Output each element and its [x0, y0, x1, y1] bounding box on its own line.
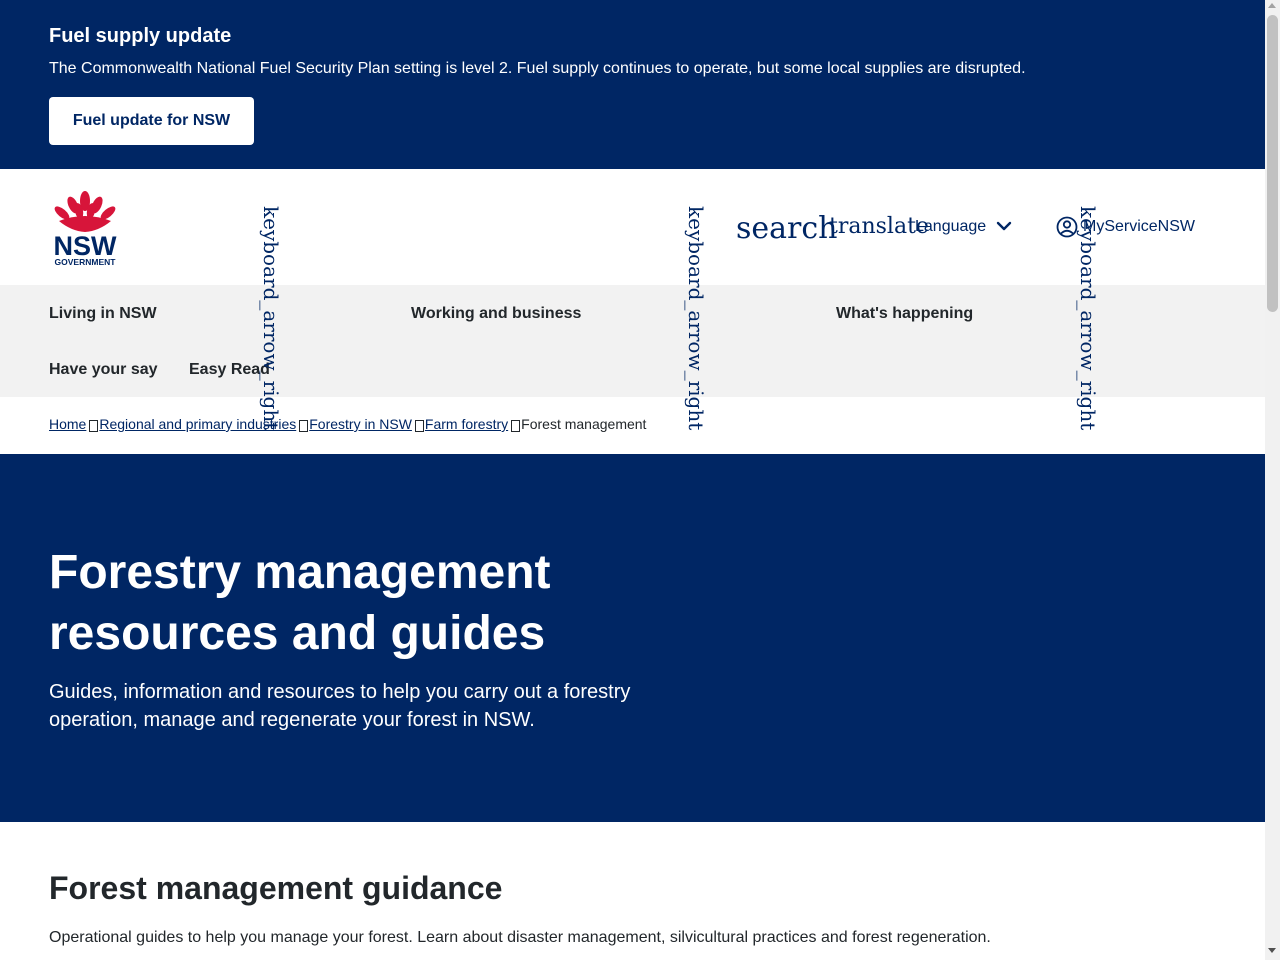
- logo-subtext: GOVERNMENT: [55, 257, 117, 267]
- breadcrumb-forestry-in-nsw[interactable]: Forestry in NSW: [309, 416, 412, 432]
- nav-item-easy-read[interactable]: Easy Read: [189, 361, 270, 379]
- breadcrumb-current: Forest management: [521, 416, 647, 432]
- hero-banner: Forestry management resources and guides…: [0, 454, 1265, 822]
- language-selector[interactable]: Language: [915, 218, 986, 236]
- arrow-right-icon: keyboard_arrow_right: [259, 206, 283, 431]
- breadcrumb-regional-and-primary-industries[interactable]: Regional and primary industries: [99, 416, 296, 432]
- arrow-right-icon: keyboard_arrow_right: [684, 206, 708, 431]
- fuel-update-button[interactable]: Fuel update for NSW: [49, 97, 254, 145]
- page-title: Forestry management resources and guides: [49, 546, 551, 660]
- alert-text: The Commonwealth National Fuel Security …: [49, 60, 1026, 77]
- search-icon[interactable]: search: [736, 211, 838, 246]
- chevron-right-icon: [89, 420, 99, 432]
- chevron-right-icon: [414, 420, 424, 432]
- scroll-down-arrow-icon[interactable]: [1268, 948, 1276, 953]
- chevron-down-icon[interactable]: [995, 217, 1013, 235]
- nav-item-have-your-say[interactable]: Have your say: [49, 361, 158, 379]
- waratah-logo-icon: NSW GOVERNMENT: [54, 191, 117, 267]
- arrow-right-icon: keyboard_arrow_right: [1076, 206, 1100, 431]
- breadcrumb-home[interactable]: Home: [49, 416, 86, 432]
- alert-title: Fuel supply update: [49, 25, 232, 47]
- section-heading: Forest management guidance: [49, 870, 503, 906]
- fuel-alert-banner: Fuel supply update The Commonwealth Nati…: [0, 0, 1265, 169]
- section-description: Operational guides to help you manage yo…: [49, 929, 991, 946]
- scrollbar-thumb[interactable]: [1267, 15, 1278, 312]
- nav-item-working-and-business[interactable]: Working and business: [411, 305, 581, 323]
- vertical-scrollbar[interactable]: [1265, 0, 1280, 960]
- hero-intro: Guides, information and resources to hel…: [49, 681, 631, 731]
- translate-icon[interactable]: translate: [829, 214, 929, 239]
- scroll-up-arrow-icon[interactable]: [1268, 3, 1276, 8]
- chevron-right-icon: [299, 420, 309, 432]
- breadcrumb-farm-forestry[interactable]: Farm forestry: [425, 416, 508, 432]
- chevron-right-icon: [511, 420, 521, 432]
- nav-item-whats-happening[interactable]: What's happening: [836, 305, 973, 323]
- account-circle-icon[interactable]: [1056, 216, 1078, 238]
- breadcrumb: Home Regional and primary industries For…: [49, 416, 646, 432]
- page: Fuel supply update The Commonwealth Nati…: [0, 0, 1265, 960]
- nav-item-living-in-nsw[interactable]: Living in NSW: [49, 305, 157, 323]
